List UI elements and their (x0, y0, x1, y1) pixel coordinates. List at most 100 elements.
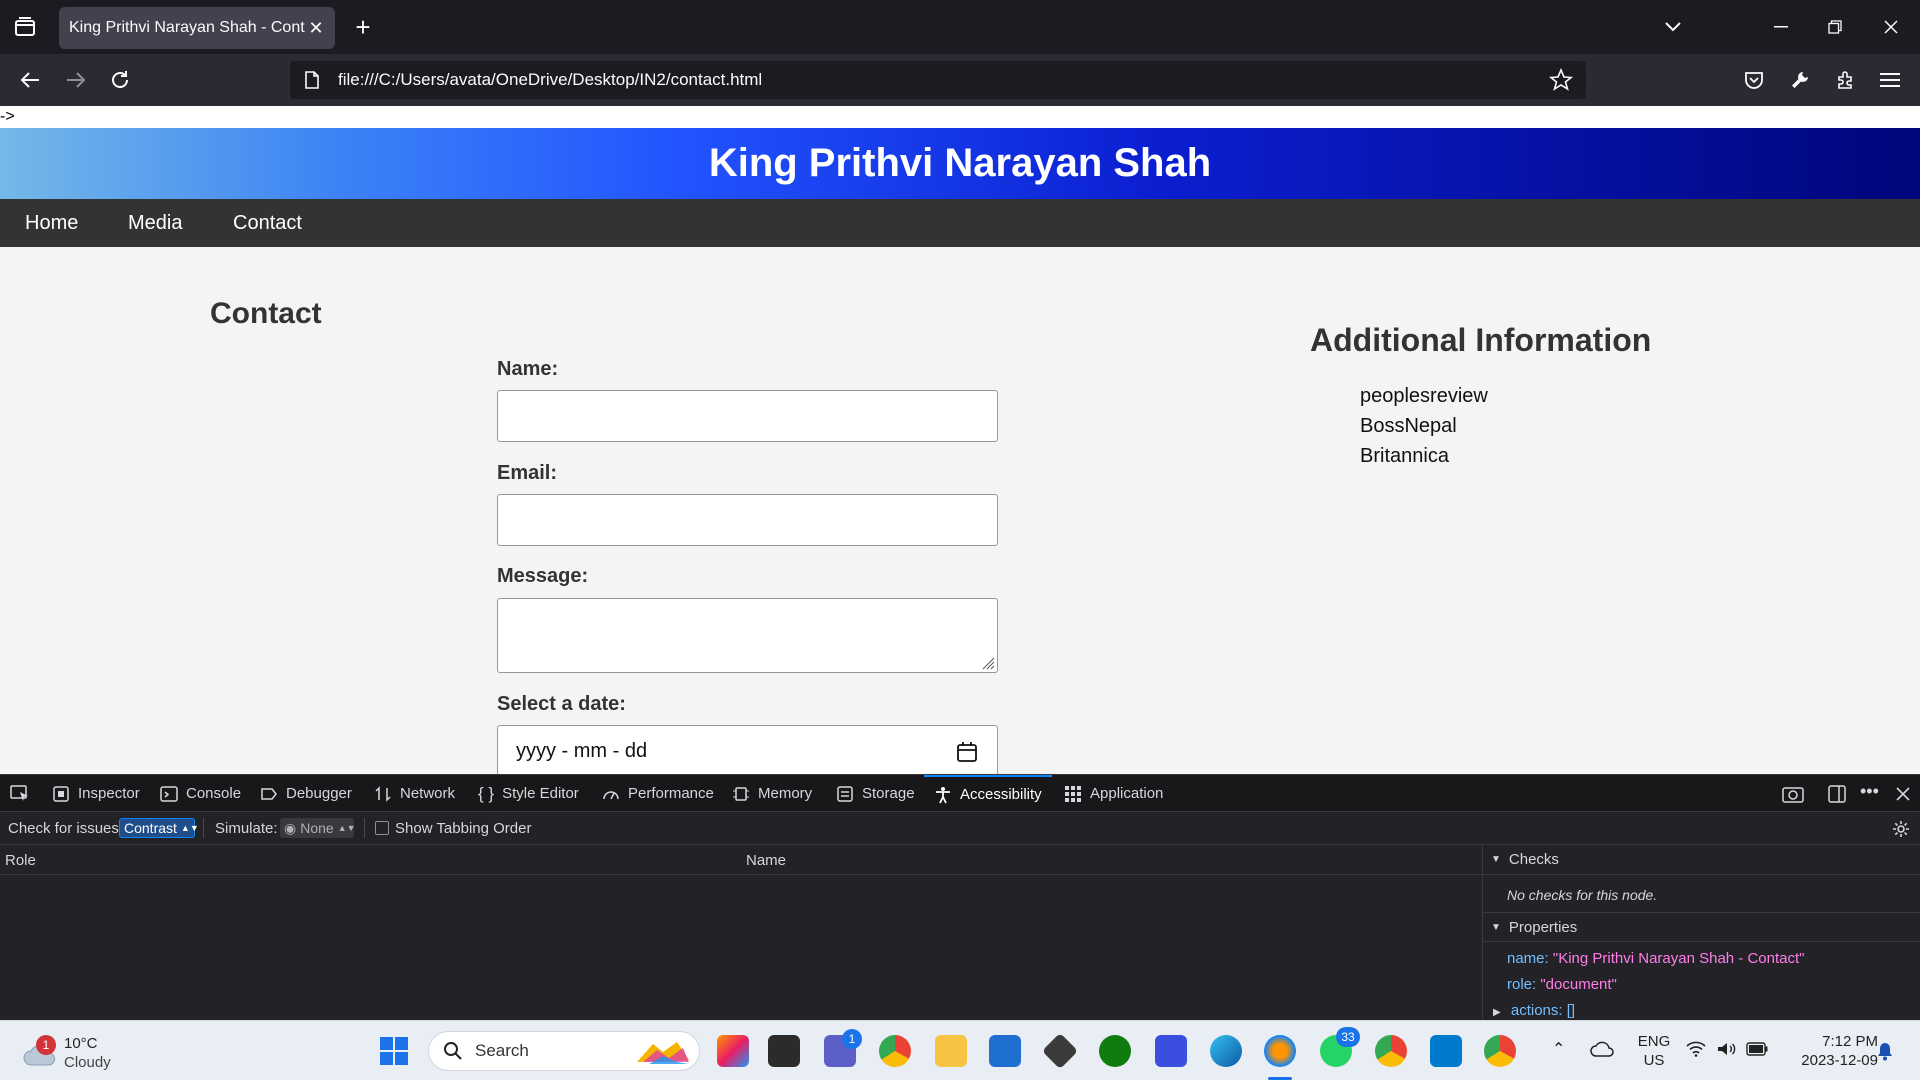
volume-icon[interactable] (1716, 1041, 1736, 1057)
url-bar[interactable]: file:///C:/Users/avata/OneDrive/Desktop/… (290, 61, 1586, 99)
tab-style-editor[interactable]: { } Style Editor (478, 775, 579, 812)
new-tab-icon[interactable]: + (348, 12, 378, 42)
pocket-icon[interactable] (1738, 64, 1770, 96)
url-text: file:///C:/Users/avata/OneDrive/Desktop/… (338, 70, 763, 89)
email-field[interactable] (497, 494, 998, 546)
language-top[interactable]: ENG (1634, 1033, 1674, 1050)
property-role[interactable]: role: "document" (1507, 976, 1617, 993)
date-field[interactable]: yyyy - mm - dd (497, 725, 998, 774)
matlab-icon[interactable] (1155, 1035, 1187, 1067)
tab-overflow-chevron-icon[interactable] (1658, 12, 1688, 42)
wifi-icon[interactable] (1686, 1041, 1706, 1057)
tab-accessibility[interactable]: Accessibility (924, 775, 1052, 812)
message-field[interactable] (497, 598, 998, 673)
task-view-icon[interactable] (768, 1035, 800, 1067)
search-placeholder: Search (475, 1041, 529, 1060)
vscode-icon[interactable] (1430, 1035, 1462, 1067)
link-peoplesreview[interactable]: peoplesreview (1360, 385, 1488, 408)
site-nav: Home Media Contact (0, 199, 1920, 247)
onedrive-icon[interactable] (1590, 1041, 1614, 1057)
wrench-icon[interactable] (1784, 64, 1816, 96)
teams-badge: 1 (842, 1029, 862, 1049)
calendar-icon[interactable] (955, 740, 979, 764)
copilot-preview-icon[interactable] (717, 1035, 749, 1067)
file-explorer-icon[interactable] (935, 1035, 967, 1067)
nav-link-contact[interactable]: Contact (233, 212, 302, 235)
tab-performance[interactable]: Performance (602, 775, 714, 812)
triangle-right-icon: ▶ (1493, 1007, 1501, 1018)
dock-side-icon[interactable] (1828, 785, 1846, 803)
reload-icon[interactable] (104, 64, 136, 96)
chrome-icon[interactable] (879, 1035, 911, 1067)
accessibility-toolbar: Check for issues: Contrast ▲▼ Simulate: … (0, 812, 1920, 845)
clock-date[interactable]: 2023-12-09 (1782, 1052, 1878, 1069)
tab-application[interactable]: Application (1064, 775, 1163, 812)
column-role: Role (5, 852, 36, 869)
language-bottom[interactable]: US (1634, 1052, 1674, 1069)
taskbar-search[interactable]: Search (428, 1031, 700, 1071)
edge-icon[interactable] (1210, 1035, 1242, 1067)
settings-gear-icon[interactable] (1892, 820, 1910, 838)
menu-icon[interactable] (1874, 64, 1906, 96)
more-options-icon[interactable]: ••• (1860, 781, 1879, 802)
tab-console[interactable]: Console (160, 775, 241, 812)
bookmark-star-icon[interactable] (1548, 67, 1574, 93)
nav-link-media[interactable]: Media (128, 212, 182, 235)
tab-network[interactable]: Network (374, 775, 455, 812)
name-field[interactable] (497, 390, 998, 442)
close-devtools-icon[interactable] (1896, 787, 1910, 801)
restore-icon[interactable] (1820, 12, 1850, 42)
tab-storage[interactable]: Storage (836, 775, 915, 812)
tab-inspector[interactable]: Inspector (52, 775, 140, 812)
select-arrows-icon: ▲▼ (337, 823, 356, 833)
resize-grip-icon[interactable] (981, 656, 995, 670)
windows-start-icon[interactable] (379, 1036, 409, 1066)
site-title: King Prithvi Narayan Shah (708, 141, 1212, 185)
weather-temp: 10°C (64, 1035, 98, 1052)
clock-time[interactable]: 7:12 PM (1782, 1033, 1878, 1050)
performance-icon (603, 790, 619, 799)
chrome-profile-icon[interactable] (1375, 1035, 1407, 1067)
search-icon (444, 1042, 462, 1060)
application-icon (1065, 785, 1081, 802)
properties-section-header[interactable]: ▼ Properties (1483, 912, 1920, 942)
chrome-second-icon[interactable] (1484, 1035, 1516, 1067)
column-name: Name (746, 852, 787, 869)
link-bossnepal[interactable]: BossNepal (1360, 415, 1457, 438)
minimize-icon[interactable] (1766, 12, 1796, 42)
tab-list-icon[interactable] (10, 12, 40, 42)
tab-debugger[interactable]: Debugger (260, 775, 352, 812)
memory-icon (733, 786, 749, 801)
devtools-toolbar: Inspector Console Debugger Network { } S… (0, 774, 1920, 812)
simulate-select[interactable]: ◉ None ▲▼ (280, 818, 356, 838)
close-window-icon[interactable] (1876, 12, 1906, 42)
tray-overflow-chevron-icon[interactable]: ⌃ (1552, 1039, 1565, 1059)
battery-icon[interactable] (1746, 1042, 1768, 1056)
tabbing-order-label: Show Tabbing Order (395, 820, 532, 837)
date-label: Select a date: (497, 693, 626, 715)
tab-memory[interactable]: Memory (732, 775, 812, 812)
forward-icon[interactable] (60, 64, 92, 96)
store-icon[interactable] (989, 1035, 1021, 1067)
screenshot-icon[interactable] (1782, 785, 1804, 803)
check-issues-select[interactable]: Contrast ▲▼ (119, 818, 199, 838)
triangle-down-icon: ▼ (1491, 854, 1501, 865)
weather-widget[interactable]: 1 10°C Cloudy (18, 1033, 138, 1073)
extensions-icon[interactable] (1830, 64, 1862, 96)
property-name[interactable]: name: "King Prithvi Narayan Shah - Conta… (1507, 950, 1804, 967)
nav-link-home[interactable]: Home (25, 212, 78, 235)
search-highlight-icon (637, 1042, 689, 1064)
notification-bell-icon[interactable] (1876, 1041, 1894, 1061)
network-icon (375, 785, 391, 802)
link-britannica[interactable]: Britannica (1360, 445, 1449, 468)
xbox-icon[interactable] (1099, 1035, 1131, 1067)
property-actions[interactable]: ▶ actions: [] (1493, 1002, 1575, 1019)
browser-tab-active[interactable]: King Prithvi Narayan Shah - Contact ✕ (59, 7, 335, 49)
unity-icon[interactable] (1041, 1032, 1079, 1070)
tabbing-order-checkbox[interactable] (375, 821, 389, 835)
checks-section-header[interactable]: ▼ Checks (1483, 845, 1920, 875)
back-icon[interactable] (14, 64, 46, 96)
firefox-icon[interactable] (1264, 1035, 1296, 1067)
tab-close-icon[interactable]: ✕ (305, 17, 327, 39)
weather-desc: Cloudy (64, 1054, 111, 1071)
